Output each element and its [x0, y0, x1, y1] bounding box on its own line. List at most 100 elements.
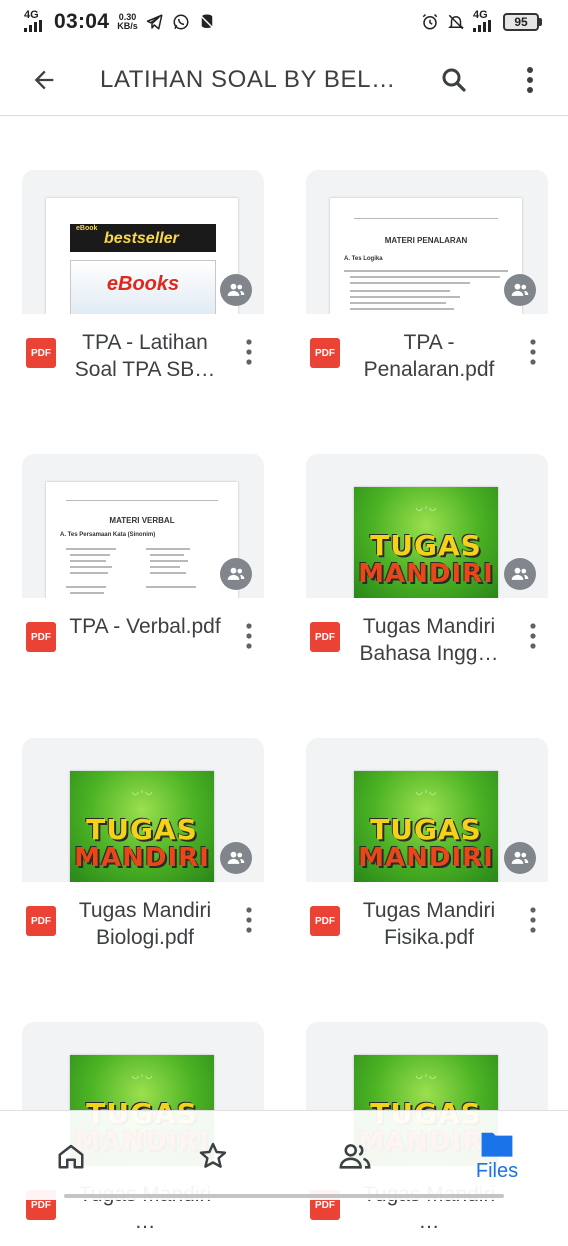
- nav-starred[interactable]: [142, 1111, 284, 1201]
- network-indicator: 4G: [24, 10, 46, 34]
- people-icon: [227, 283, 245, 296]
- doc-heading: MATERI PENALARAN: [384, 236, 468, 245]
- shared-badge: [504, 274, 536, 306]
- doc-line: [70, 554, 110, 556]
- doc-line: [150, 566, 180, 568]
- search-button[interactable]: [428, 54, 480, 106]
- doc-line: [350, 308, 454, 310]
- nav-files[interactable]: Files: [426, 1111, 568, 1201]
- status-right: 4G 95: [421, 10, 542, 34]
- status-left: 4G 03:04 0.30 KB/s: [24, 10, 216, 34]
- file-thumbnail[interactable]: ◡ ◦ ◡ TUGAS MANDIRI: [22, 738, 264, 882]
- shared-badge: [220, 842, 252, 874]
- more-vert-icon: [530, 623, 536, 649]
- battery-tip: [539, 18, 542, 26]
- file-thumbnail[interactable]: ◡ ◦ ◡ TUGAS MANDIRI: [306, 454, 548, 598]
- cover-line1: TUGAS: [370, 529, 482, 562]
- signal-icon: [24, 20, 42, 32]
- nav-shared[interactable]: [284, 1111, 426, 1201]
- people-icon: [511, 851, 529, 864]
- doc-line: [146, 548, 190, 550]
- arrow-back-icon: [34, 70, 54, 89]
- thumbnail-page: ◡ ◦ ◡ TUGAS MANDIRI: [354, 771, 498, 882]
- doc-rule: [66, 500, 218, 501]
- notifications-off-icon: [448, 14, 464, 30]
- file-more-button[interactable]: [520, 618, 546, 654]
- star-icon: [199, 1142, 227, 1168]
- file-name[interactable]: Tugas Mandiri Bahasa Ingg…: [352, 613, 506, 667]
- cover-logo: ◡ ◦ ◡: [416, 787, 436, 796]
- doc-line: [350, 290, 450, 292]
- file-name[interactable]: Tugas Mandiri Biologi.pdf: [68, 897, 222, 951]
- people-icon: [227, 567, 245, 580]
- doc-line: [350, 282, 470, 284]
- cover-line2: MANDIRI: [358, 843, 494, 873]
- more-vert-icon: [246, 339, 252, 365]
- file-thumbnail[interactable]: eBook bestseller eBooks: [22, 170, 264, 314]
- shared-people-icon: [339, 1144, 371, 1169]
- bottom-navigation: Files: [0, 1110, 568, 1200]
- file-more-button[interactable]: [520, 334, 546, 370]
- people-icon: [511, 283, 529, 296]
- more-vert-icon: [246, 623, 252, 649]
- folder-icon: [481, 1132, 513, 1157]
- doc-subheading: A. Tes Logika: [344, 256, 383, 262]
- file-thumbnail[interactable]: MATERI VERBAL A. Tes Persamaan Kata (Sin…: [22, 454, 264, 598]
- pdf-icon: PDF: [310, 338, 340, 368]
- shared-badge: [504, 842, 536, 874]
- file-meta: PDF TPA - Verbal.pdf: [22, 598, 264, 678]
- file-name[interactable]: TPA - Verbal.pdf: [68, 613, 222, 640]
- file-meta: PDF Tugas Mandiri Biologi.pdf: [22, 882, 264, 962]
- file-meta: PDF TPA - Latihan Soal TPA SB…: [22, 314, 264, 394]
- file-more-button[interactable]: [236, 618, 262, 654]
- battery-level: 95: [503, 13, 539, 31]
- cover-line2: MANDIRI: [358, 559, 494, 589]
- ebook-top2: bestseller: [104, 230, 179, 247]
- doc-line: [350, 302, 446, 304]
- file-meta: PDF TPA - Penalaran.pdf: [306, 314, 548, 394]
- file-meta: PDF Tugas Mandiri Fisika.pdf: [306, 882, 548, 962]
- back-button[interactable]: [18, 54, 70, 106]
- cover-logo: ◡ ◦ ◡: [132, 1071, 152, 1080]
- doc-line: [150, 560, 188, 562]
- more-vert-icon: [527, 67, 533, 93]
- ebook-top1: eBook: [76, 225, 98, 232]
- doc-line: [70, 566, 112, 568]
- thumbnail-page: MATERI PENALARAN A. Tes Logika: [330, 198, 522, 314]
- network-speed: 0.30 KB/s: [117, 13, 138, 31]
- doc-subheading: A. Tes Persamaan Kata (Sinonim): [60, 532, 156, 538]
- cover-line1: TUGAS: [370, 813, 482, 846]
- thumbnail-page: ◡ ◦ ◡ TUGAS MANDIRI: [354, 487, 498, 598]
- app-bar: LATIHAN SOAL BY BEL…: [0, 44, 568, 116]
- nav-home[interactable]: [0, 1111, 142, 1201]
- more-options-button[interactable]: [504, 54, 556, 106]
- tugas-cover-art: ◡ ◦ ◡ TUGAS MANDIRI: [70, 771, 214, 882]
- doc-line: [150, 572, 186, 574]
- thumbnail-page: ◡ ◦ ◡ TUGAS MANDIRI: [70, 771, 214, 882]
- tugas-cover-art: ◡ ◦ ◡ TUGAS MANDIRI: [354, 487, 498, 598]
- doc-rule: [354, 218, 498, 219]
- storage-icon: [199, 14, 215, 30]
- file-name[interactable]: TPA - Latihan Soal TPA SB…: [68, 329, 222, 383]
- page-title: LATIHAN SOAL BY BEL…: [100, 65, 396, 93]
- file-more-button[interactable]: [520, 902, 546, 938]
- thumbnail-page: MATERI VERBAL A. Tes Persamaan Kata (Sin…: [46, 482, 238, 598]
- file-thumbnail[interactable]: ◡ ◦ ◡ TUGAS MANDIRI: [306, 738, 548, 882]
- file-thumbnail[interactable]: MATERI PENALARAN A. Tes Logika: [306, 170, 548, 314]
- file-name[interactable]: TPA - Penalaran.pdf: [352, 329, 506, 383]
- cover-logo: ◡ ◦ ◡: [416, 1071, 436, 1080]
- file-more-button[interactable]: [236, 334, 262, 370]
- doc-line: [66, 548, 116, 550]
- cover-line2: MANDIRI: [74, 843, 210, 873]
- file-more-button[interactable]: [236, 902, 262, 938]
- ebook-title: eBooks: [106, 273, 180, 295]
- battery-indicator: 95: [503, 13, 542, 31]
- alarm-icon: [422, 13, 438, 30]
- ebook-book-art: eBooks: [70, 260, 216, 314]
- pdf-icon: PDF: [26, 338, 56, 368]
- file-name[interactable]: Tugas Mandiri Fisika.pdf: [352, 897, 506, 951]
- pdf-icon: PDF: [26, 622, 56, 652]
- gesture-bar: [64, 1194, 504, 1198]
- people-icon: [227, 851, 245, 864]
- more-vert-icon: [530, 339, 536, 365]
